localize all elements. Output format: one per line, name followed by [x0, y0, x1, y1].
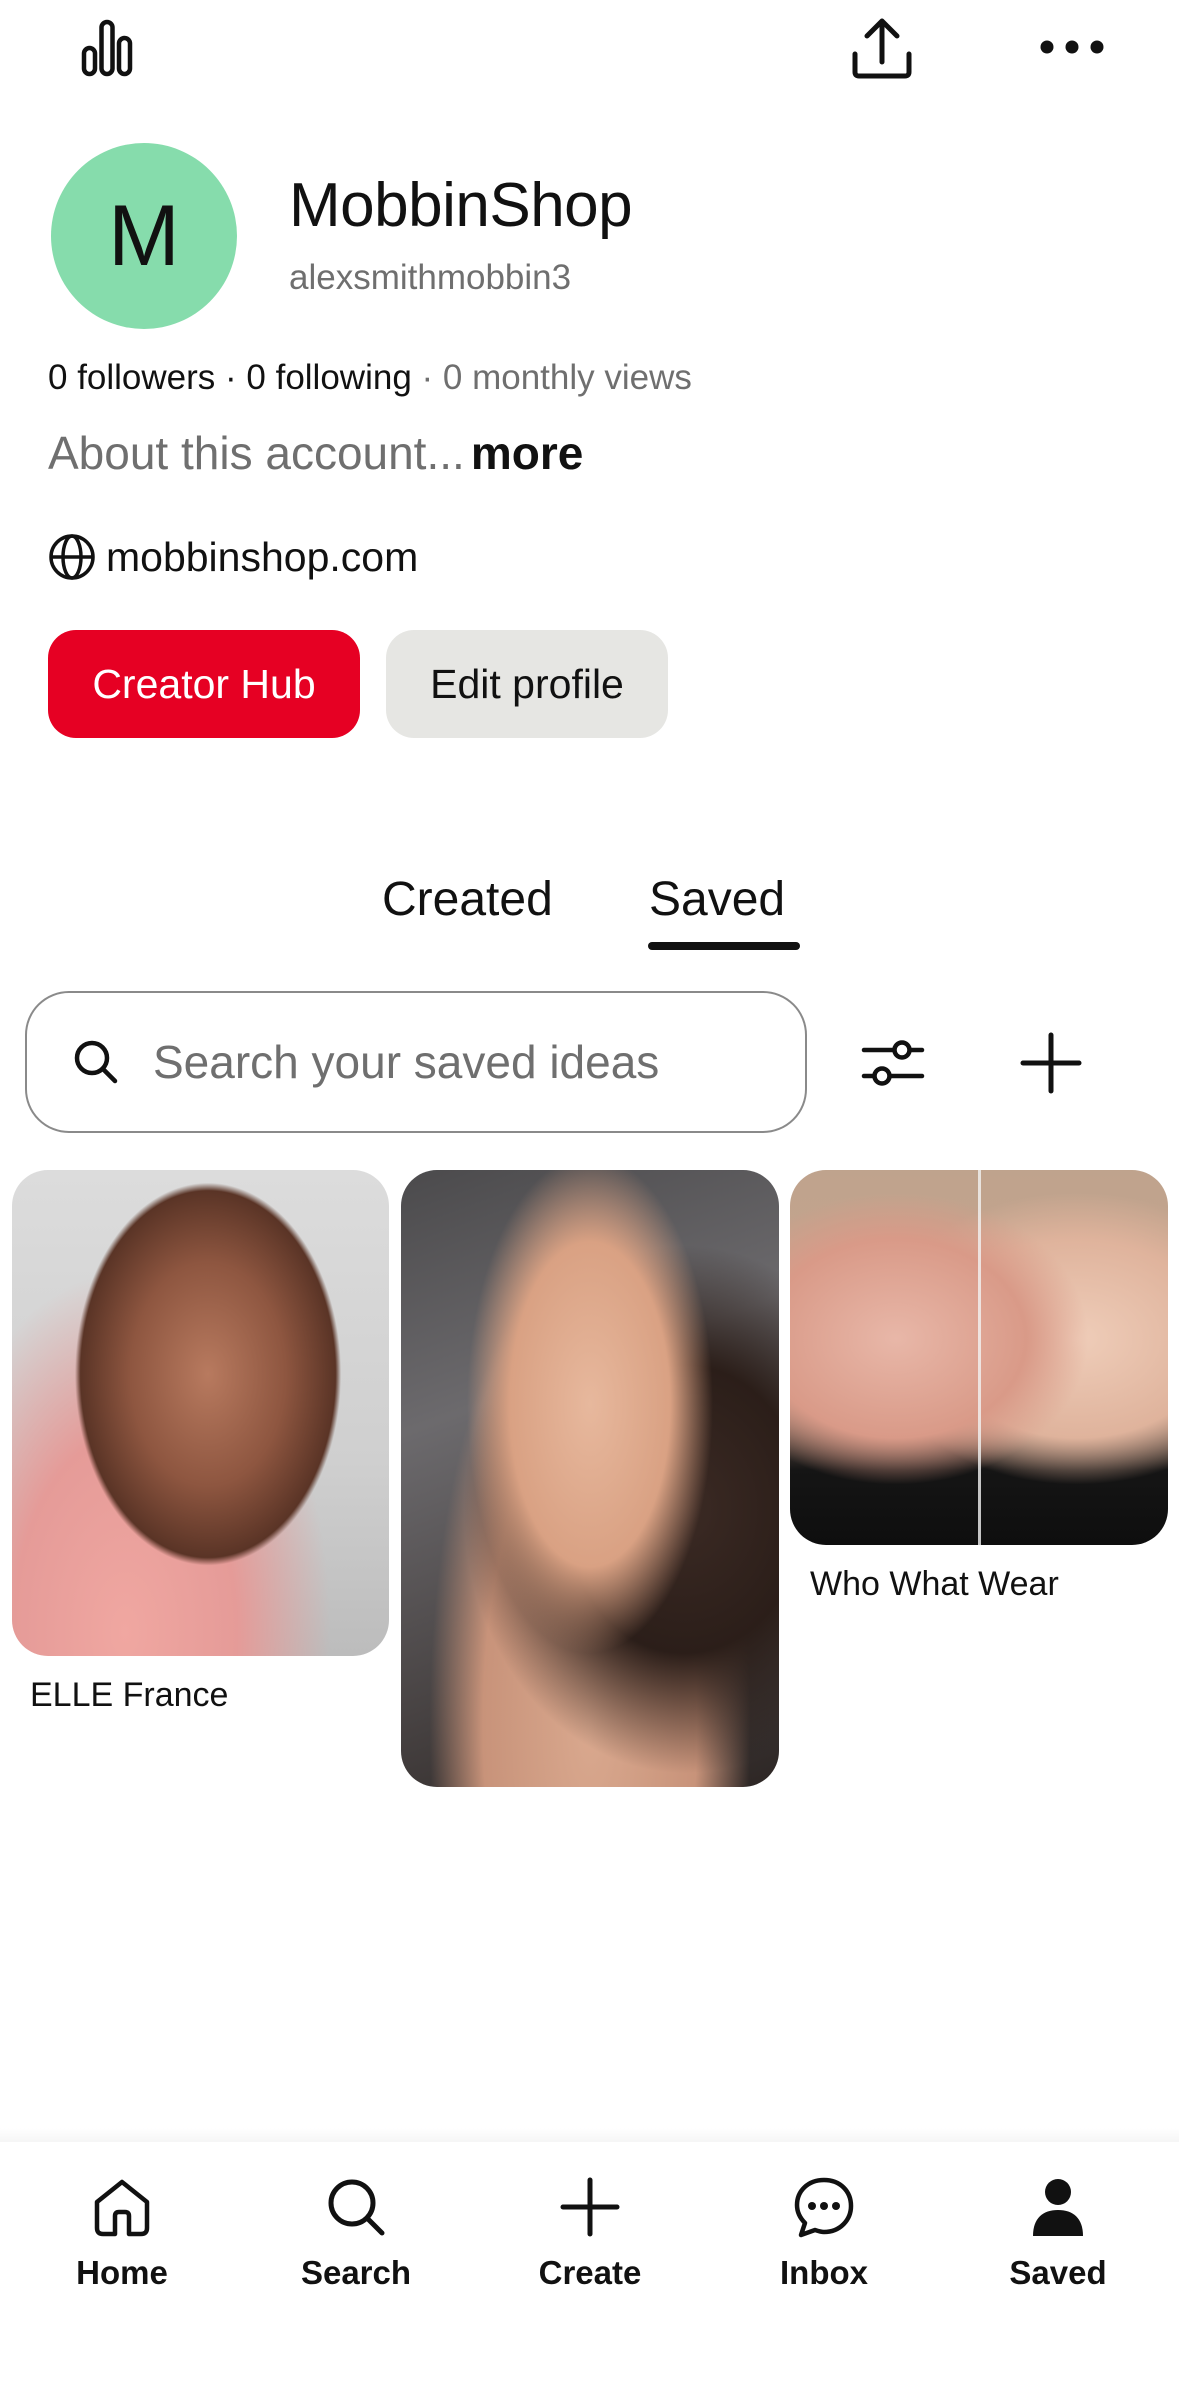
pin-caption[interactable]: ELLE France — [30, 1676, 228, 1715]
nav-inbox[interactable]: Inbox — [734, 2172, 914, 2292]
pin-image-divider — [978, 1170, 981, 1545]
about-text: About this account... — [48, 427, 465, 479]
followers-count[interactable]: 0 followers — [48, 358, 215, 397]
profile-name: MobbinShop — [289, 171, 633, 240]
profile-handle: alexsmithmobbin3 — [289, 258, 572, 297]
avatar-letter: M — [108, 187, 180, 284]
pin-image[interactable] — [401, 1170, 779, 1787]
chat-bubble-icon — [794, 2177, 854, 2238]
top-bar — [0, 0, 1179, 110]
tab-saved[interactable]: Saved — [649, 872, 785, 927]
bottom-nav-shadow — [0, 2128, 1179, 2142]
tab-created[interactable]: Created — [382, 872, 553, 927]
website-link[interactable]: mobbinshop.com — [46, 530, 418, 584]
nav-search[interactable]: Search — [266, 2172, 446, 2292]
nav-create[interactable]: Create — [500, 2172, 680, 2292]
pin-caption[interactable]: Who What Wear — [810, 1565, 1059, 1604]
home-icon — [94, 2179, 150, 2237]
profile-icon — [1033, 2179, 1083, 2236]
pin-image[interactable] — [12, 1170, 389, 1656]
avatar[interactable]: M — [51, 143, 237, 329]
stats-separator: · — [215, 358, 247, 397]
profile-page: M MobbinShop alexsmithmobbin3 0 follower… — [0, 0, 1179, 2396]
nav-home-label: Home — [76, 2254, 168, 2291]
following-count[interactable]: 0 following — [246, 358, 411, 397]
nav-saved[interactable]: Saved — [968, 2172, 1148, 2292]
search-input[interactable] — [153, 1035, 773, 1089]
website-url: mobbinshop.com — [106, 533, 419, 580]
nav-create-label: Create — [538, 2254, 642, 2291]
edit-profile-button[interactable]: Edit profile — [386, 630, 668, 738]
pin-image[interactable] — [790, 1170, 1168, 1545]
about-more-link[interactable]: more — [471, 427, 583, 479]
filter-icon[interactable] — [858, 1030, 928, 1096]
active-tab-indicator — [648, 942, 800, 950]
bottom-nav: Home Search Create Inbox Saved — [0, 2142, 1179, 2396]
search-icon — [328, 2179, 385, 2236]
stats-separator-2: · — [411, 358, 443, 397]
monthly-views: 0 monthly views — [442, 358, 692, 397]
profile-stats: 0 followers · 0 following · 0 monthly vi… — [48, 358, 692, 398]
nav-search-label: Search — [300, 2254, 412, 2291]
add-icon[interactable] — [1013, 1025, 1089, 1101]
about-account: About this account... more — [48, 426, 583, 480]
stats-icon[interactable] — [72, 14, 142, 84]
search-icon — [74, 1040, 118, 1084]
globe-icon — [49, 534, 95, 580]
nav-saved-label: Saved — [1009, 2254, 1107, 2291]
nav-home[interactable]: Home — [32, 2172, 212, 2292]
plus-icon — [560, 2177, 620, 2237]
nav-inbox-label: Inbox — [780, 2254, 868, 2291]
more-icon[interactable] — [1035, 22, 1109, 72]
saved-search-box[interactable] — [25, 991, 807, 1133]
share-icon[interactable] — [845, 12, 919, 86]
creator-hub-button[interactable]: Creator Hub — [48, 630, 360, 738]
